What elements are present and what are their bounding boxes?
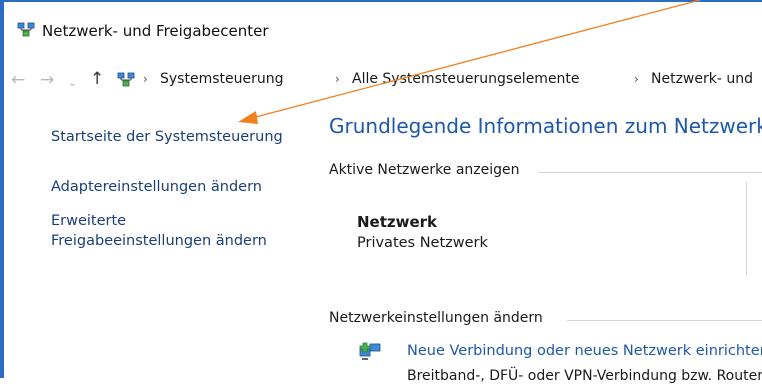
annotation-arrow <box>238 0 701 124</box>
